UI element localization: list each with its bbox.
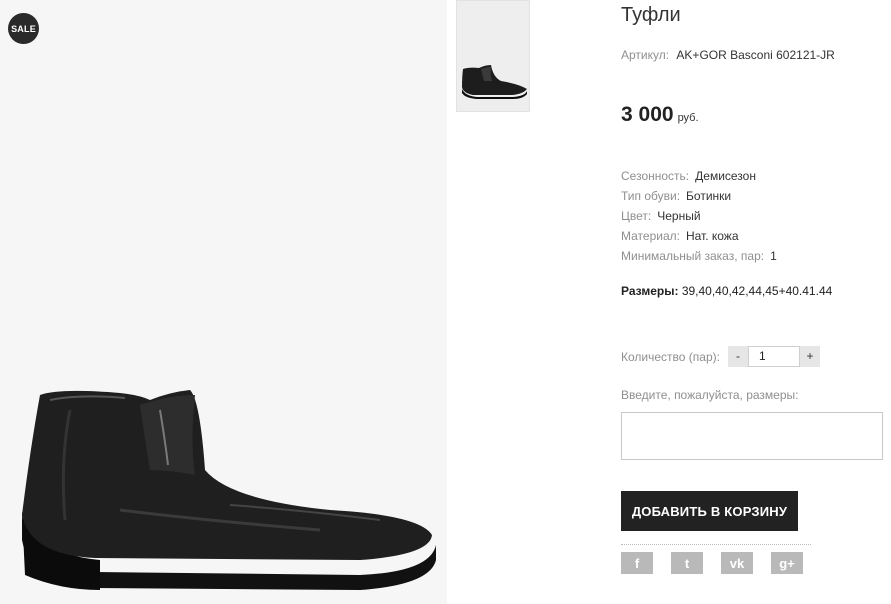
- prop-value: 1: [770, 249, 777, 263]
- prop-value: Ботинки: [686, 189, 732, 203]
- googleplus-icon[interactable]: g+: [771, 552, 803, 574]
- shoe-thumbnail-image: [462, 65, 527, 99]
- prop-value: Черный: [657, 209, 701, 223]
- quantity-row: Количество (пар): - 1 +: [621, 346, 820, 367]
- sizes-row: Размеры: 39,40,40,42,44,45+40.41.44: [621, 284, 832, 298]
- prop-shoe-type: Тип обуви: Ботинки: [621, 186, 777, 206]
- prop-value: Нат. кожа: [685, 229, 739, 243]
- sku-value: AK+GOR Basconi 602121-JR: [676, 48, 835, 62]
- facebook-icon[interactable]: f: [621, 552, 653, 574]
- prop-label: Сезонность:: [621, 169, 690, 183]
- product-properties: Сезонность: Демисезон Тип обуви: Ботинки Ц…: [621, 166, 777, 266]
- quantity-increase-button[interactable]: +: [799, 346, 820, 367]
- price-amount: 3 000: [621, 103, 674, 126]
- sku-row: Артикул: AK+GOR Basconi 602121-JR: [621, 48, 835, 62]
- prop-material: Материал: Нат. кожа: [621, 226, 777, 246]
- sizes-label: Размеры:: [621, 284, 679, 298]
- product-main-photo: SALE: [0, 0, 447, 604]
- vk-icon[interactable]: vk: [721, 552, 753, 574]
- prop-min-order: Минимальный заказ, пар: 1: [621, 246, 777, 266]
- price: 3 000 руб.: [621, 103, 699, 127]
- prop-label: Цвет:: [621, 209, 652, 223]
- quantity-decrease-button[interactable]: -: [727, 346, 748, 367]
- quantity-stepper: - 1 +: [727, 346, 820, 367]
- price-currency: руб.: [677, 112, 699, 124]
- prop-label: Тип обуви:: [621, 189, 681, 203]
- quantity-input[interactable]: 1: [747, 346, 800, 367]
- sku-label: Артикул:: [621, 48, 670, 62]
- shoe-image: [22, 390, 436, 590]
- twitter-icon[interactable]: t: [671, 552, 703, 574]
- sizes-input-label: Введите, пожалуйста, размеры:: [621, 388, 799, 402]
- prop-label: Материал:: [621, 229, 680, 243]
- product-title: Туфли: [621, 4, 681, 26]
- sizes-textarea[interactable]: [621, 412, 883, 460]
- sizes-value: 39,40,40,42,44,45+40.41.44: [681, 284, 833, 298]
- prop-season: Сезонность: Демисезон: [621, 166, 777, 186]
- product-thumbnail[interactable]: [456, 0, 530, 112]
- divider: [621, 544, 811, 545]
- sale-badge: SALE: [8, 13, 39, 44]
- prop-color: Цвет: Черный: [621, 206, 777, 226]
- social-share: f t vk g+: [621, 552, 821, 574]
- prop-value: Демисезон: [695, 169, 756, 183]
- quantity-label: Количество (пар):: [621, 349, 720, 364]
- prop-label: Минимальный заказ, пар:: [621, 249, 765, 263]
- add-to-cart-button[interactable]: ДОБАВИТЬ В КОРЗИНУ: [621, 491, 798, 531]
